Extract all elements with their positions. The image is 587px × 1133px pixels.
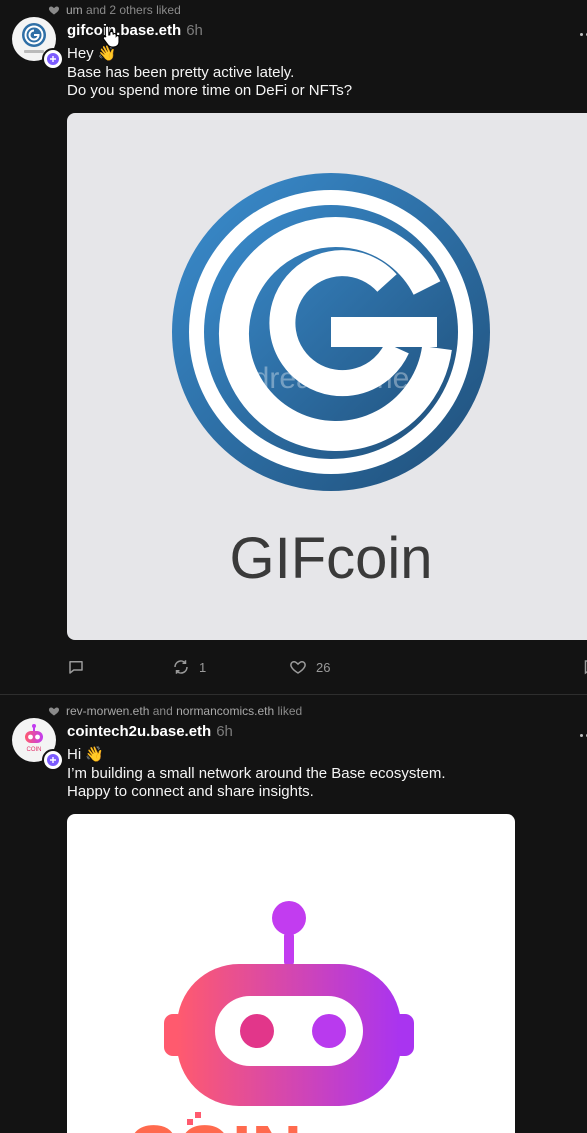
post-text-line: Happy to connect and share insights. (67, 783, 314, 800)
more-options-button[interactable] (580, 734, 587, 737)
brand-text: COIN (127, 1111, 302, 1133)
post-text-line: Do you spend more time on DeFi or NFTs? (67, 82, 353, 99)
liked-by-text: liked (277, 704, 303, 718)
plus-icon (47, 754, 59, 766)
robot-logo-image: COIN (127, 901, 414, 1133)
svg-text:COIN: COIN (27, 747, 42, 753)
post-header: cointech2u.base.eth 6h (67, 723, 233, 740)
post-text-line: Hi 👋 (67, 746, 105, 763)
username[interactable]: gifcoin.base.eth (67, 22, 181, 39)
liked-by-name[interactable]: rev-morwen.eth (66, 704, 149, 718)
post-text: Hey 👋 Base has been pretty active lately… (67, 45, 352, 101)
post-actions: 1 26 (67, 658, 587, 682)
liked-by-row: rev-morwen.eth and normancomics.eth like… (48, 704, 302, 718)
post-image[interactable]: COIN (67, 814, 515, 1133)
like-count: 26 (316, 659, 331, 675)
watermark: dreamstime (253, 362, 410, 395)
timestamp[interactable]: 6h (216, 723, 233, 740)
add-follow-button[interactable] (42, 749, 64, 771)
bookmark-icon (584, 660, 587, 675)
liked-by-text: and (152, 704, 173, 718)
liked-by-name[interactable]: normancomics.eth (176, 704, 274, 718)
reply-icon (69, 661, 83, 674)
add-follow-button[interactable] (42, 48, 64, 70)
post-image[interactable]: dreamstime GIFcoin (67, 113, 587, 640)
post-header: gifcoin.base.eth 6h (67, 22, 203, 39)
more-icon (580, 734, 583, 737)
liked-by-name[interactable]: um (66, 3, 83, 17)
reply-button[interactable] (67, 658, 94, 676)
feed-post[interactable]: rev-morwen.eth and normancomics.eth like… (0, 695, 587, 1133)
hand-cursor-icon (102, 25, 120, 48)
recast-icon (174, 660, 188, 674)
recast-button[interactable]: 1 (172, 658, 206, 676)
like-icon (290, 660, 306, 674)
heart-icon (48, 707, 60, 716)
brand-text: GIFcoin (229, 526, 432, 591)
timestamp[interactable]: 6h (186, 22, 203, 39)
feed-post[interactable]: um and 2 others liked gifcoin.base.eth 6… (0, 0, 587, 694)
gifcoin-logo-image: dreamstime GIFcoin (172, 173, 490, 591)
post-text-line: Base has been pretty active lately. (67, 63, 295, 81)
username[interactable]: cointech2u.base.eth (67, 723, 211, 740)
plus-icon (47, 53, 59, 65)
liked-by-text: and 2 others liked (86, 3, 181, 17)
liked-by-row: um and 2 others liked (48, 3, 181, 17)
more-icon (580, 33, 583, 36)
like-button[interactable]: 26 (289, 658, 330, 676)
post-text: Hi 👋 I’m building a small network around… (67, 746, 446, 802)
more-options-button[interactable] (580, 33, 587, 36)
post-text-line: I’m building a small network around the … (67, 764, 446, 782)
recast-count: 1 (199, 659, 207, 675)
bookmark-button[interactable] (581, 658, 587, 676)
heart-icon (48, 6, 60, 15)
